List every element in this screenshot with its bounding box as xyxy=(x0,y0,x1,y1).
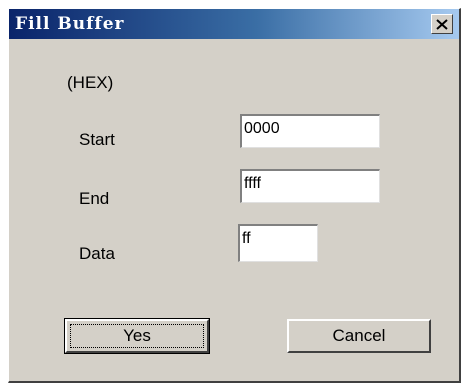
close-icon xyxy=(436,18,448,30)
end-label: End xyxy=(79,189,110,208)
title-bar[interactable]: Fill Buffer xyxy=(9,9,459,39)
close-button[interactable] xyxy=(431,14,453,34)
end-field[interactable]: ffff xyxy=(240,169,380,203)
hex-format-label: (HEX) xyxy=(67,73,114,92)
window-title: Fill Buffer xyxy=(15,14,125,34)
yes-button-label: Yes xyxy=(123,326,151,345)
fill-buffer-dialog: Fill Buffer (HEX) Start 0000 End ffff Da… xyxy=(8,8,461,383)
data-field[interactable]: ff xyxy=(238,224,318,262)
start-field[interactable]: 0000 xyxy=(240,114,380,148)
cancel-button[interactable]: Cancel xyxy=(287,319,431,353)
data-label: Data xyxy=(79,244,115,263)
start-label: Start xyxy=(79,130,115,149)
yes-button[interactable]: Yes xyxy=(64,318,210,354)
cancel-button-label: Cancel xyxy=(332,326,386,345)
